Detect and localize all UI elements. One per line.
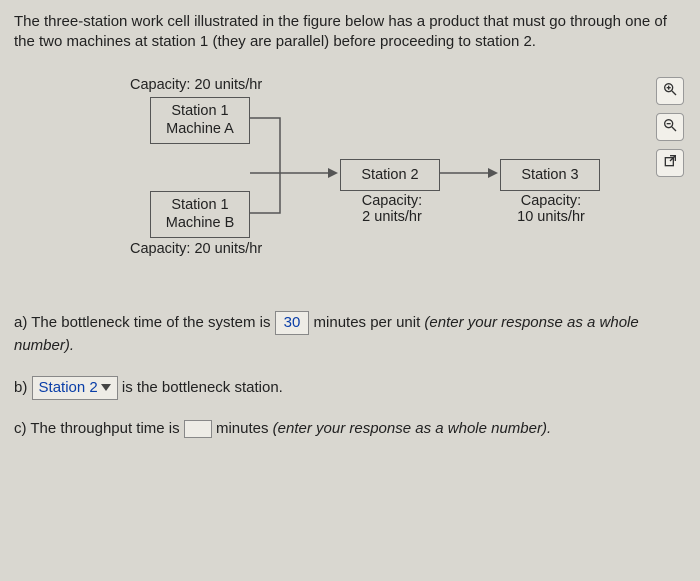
capacity-top-label: Capacity: 20 units/hr <box>130 77 262 93</box>
s3-cap-l2: 10 units/hr <box>508 209 594 225</box>
s2-cap-l2: 2 units/hr <box>352 209 432 225</box>
station1-machine-b-box: Station 1 Machine B <box>150 191 250 239</box>
station2-capacity: Capacity: 2 units/hr <box>352 193 432 225</box>
qa-text: b) <box>14 379 32 396</box>
s3-label: Station 3 <box>501 166 599 185</box>
zoom-out-button[interactable] <box>656 113 684 141</box>
connector-lines <box>250 103 340 223</box>
s2-label: Station 2 <box>341 166 439 185</box>
intro-text: The three-station work cell illustrated … <box>14 13 667 50</box>
question-a: a) The bottleneck time of the system is … <box>14 311 686 358</box>
chevron-down-icon <box>101 384 111 391</box>
station2-box: Station 2 <box>340 159 440 192</box>
zoom-in-icon <box>662 81 678 101</box>
diagram-tools <box>656 77 684 177</box>
station3-capacity: Capacity: 10 units/hr <box>508 193 594 225</box>
qa-text: a) The bottleneck time of the system is <box>14 314 275 331</box>
answer-b-dropdown[interactable]: Station 2 <box>32 376 118 401</box>
question-c: c) The throughput time is minutes (enter… <box>14 418 686 441</box>
arrow-s2-s3 <box>440 165 500 181</box>
qa-text: minutes <box>212 420 273 437</box>
station1-machine-a-box: Station 1 Machine A <box>150 97 250 145</box>
capacity-bottom-label: Capacity: 20 units/hr <box>130 241 262 257</box>
qa-text: c) The throughput time is <box>14 420 184 437</box>
problem-intro: The three-station work cell illustrated … <box>0 0 700 61</box>
question-answers: a) The bottleneck time of the system is … <box>0 311 700 441</box>
s3-cap-l1: Capacity: <box>508 193 594 209</box>
zoom-in-button[interactable] <box>656 77 684 105</box>
qa-text: minutes per unit <box>309 314 424 331</box>
qa-text: is the bottleneck station. <box>118 379 283 396</box>
open-new-button[interactable] <box>656 149 684 177</box>
qa-hint: (enter your response as a whole number). <box>273 420 551 437</box>
s1b-line1: Station 1 <box>161 196 239 215</box>
answer-c-input[interactable] <box>184 420 212 438</box>
question-b: b) Station 2 is the bottleneck station. <box>14 376 686 401</box>
open-new-icon <box>662 153 678 173</box>
answer-b-value: Station 2 <box>39 379 98 396</box>
diagram-area: Capacity: 20 units/hr Station 1 Machine … <box>0 71 700 291</box>
s1b-line2: Machine B <box>161 214 239 233</box>
s1a-line2: Machine A <box>161 120 239 139</box>
station3-box: Station 3 <box>500 159 600 192</box>
s2-cap-l1: Capacity: <box>352 193 432 209</box>
answer-a-input[interactable]: 30 <box>275 311 310 336</box>
s1a-line1: Station 1 <box>161 102 239 121</box>
zoom-out-icon <box>662 117 678 137</box>
